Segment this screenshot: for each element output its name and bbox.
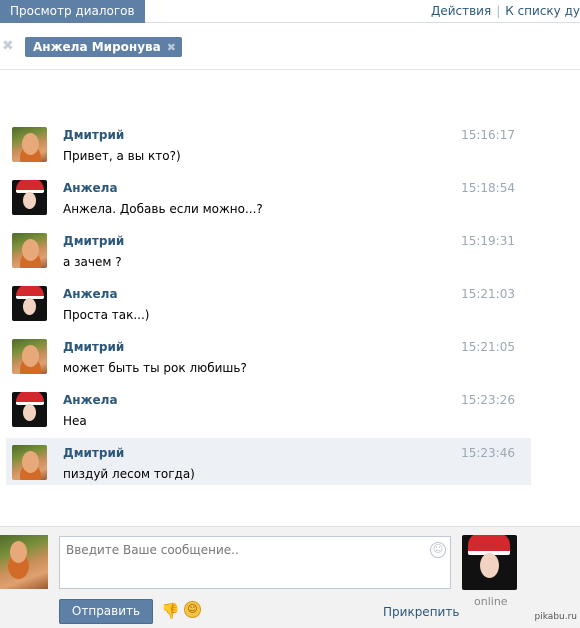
message-row[interactable]: Анжела Анжела. Добавь если можно...? 15:… [6, 173, 531, 226]
message-text: может быть ты рок любишь? [63, 361, 247, 375]
message-text: а зачем ? [63, 255, 122, 269]
remove-recipient-icon[interactable]: ✖ [167, 41, 176, 54]
message-time: 15:23:26 [461, 393, 515, 407]
message-author[interactable]: Анжела [63, 287, 118, 301]
recipient-name: Анжела Миронува [33, 40, 161, 54]
avatar[interactable] [12, 339, 47, 374]
composer: Введите Ваше сообщение.. ☺ online Отправ… [0, 526, 580, 628]
recipient-avatar[interactable] [462, 535, 517, 590]
message-text: Привет, а вы кто?) [63, 149, 181, 163]
attach-link[interactable]: Прикрепить [383, 605, 459, 619]
message-row[interactable]: Дмитрий а зачем ? 15:19:31 [6, 226, 531, 279]
avatar [462, 535, 517, 590]
thumbs-down-icon[interactable]: 👎 [161, 602, 180, 620]
message-time: 15:23:46 [461, 446, 515, 460]
message-row[interactable]: Анжела Неа 15:23:26 [6, 385, 531, 438]
message-text: пиздуй лесом тогда) [63, 467, 195, 481]
separator: | [496, 4, 501, 18]
message-author[interactable]: Анжела [63, 393, 118, 407]
recipient-chip[interactable]: Анжела Миронува ✖ [25, 37, 182, 57]
top-links: Действия | К списку ду [431, 4, 580, 18]
message-row-highlighted[interactable]: Дмитрий пиздуй лесом тогда) 15:23:46 [6, 438, 531, 485]
message-time: 15:21:03 [461, 287, 515, 301]
message-input-placeholder: Введите Ваше сообщение.. [66, 543, 239, 557]
avatar[interactable] [12, 180, 47, 215]
message-text: Анжела. Добавь если можно...? [63, 202, 263, 216]
message-time: 15:16:17 [461, 128, 515, 142]
my-avatar[interactable] [0, 535, 48, 589]
avatar[interactable] [12, 392, 47, 427]
send-button[interactable]: Отправить [59, 599, 153, 624]
message-time: 15:21:05 [461, 340, 515, 354]
avatar[interactable] [12, 445, 47, 480]
emoji-picker-icon[interactable]: ☺ [430, 542, 446, 558]
clear-recipients-icon[interactable]: ✖ [2, 38, 14, 54]
online-status: online [474, 595, 508, 608]
message-text: Неа [63, 414, 87, 428]
actions-link[interactable]: Действия [431, 4, 491, 18]
avatar[interactable] [12, 286, 47, 321]
message-input[interactable]: Введите Ваше сообщение.. ☺ [59, 536, 451, 589]
message-list: Дмитрий Привет, а вы кто?) 15:16:17 Анже… [6, 120, 531, 485]
watermark: pikabu.ru [534, 612, 577, 622]
message-row[interactable]: Анжела Проста так...) 15:21:03 [6, 279, 531, 332]
avatar[interactable] [12, 233, 47, 268]
recipient-row: ✖ Анжела Миронува ✖ [0, 24, 580, 70]
top-bar: Просмотр диалогов Действия | К списку ду [0, 0, 580, 23]
to-list-link[interactable]: К списку ду [505, 4, 580, 18]
tab-view-dialogs[interactable]: Просмотр диалогов [0, 0, 145, 23]
avatar[interactable] [12, 127, 47, 162]
smile-emoji-icon[interactable]: ☺ [184, 601, 201, 618]
message-author[interactable]: Анжела [63, 181, 118, 195]
message-text: Проста так...) [63, 308, 150, 322]
message-author[interactable]: Дмитрий [63, 340, 124, 354]
message-row[interactable]: Дмитрий Привет, а вы кто?) 15:16:17 [6, 120, 531, 173]
message-time: 15:18:54 [461, 181, 515, 195]
avatar [0, 535, 48, 589]
message-author[interactable]: Дмитрий [63, 234, 124, 248]
message-time: 15:19:31 [461, 234, 515, 248]
message-author[interactable]: Дмитрий [63, 446, 124, 460]
message-author[interactable]: Дмитрий [63, 128, 124, 142]
message-row[interactable]: Дмитрий может быть ты рок любишь? 15:21:… [6, 332, 531, 385]
